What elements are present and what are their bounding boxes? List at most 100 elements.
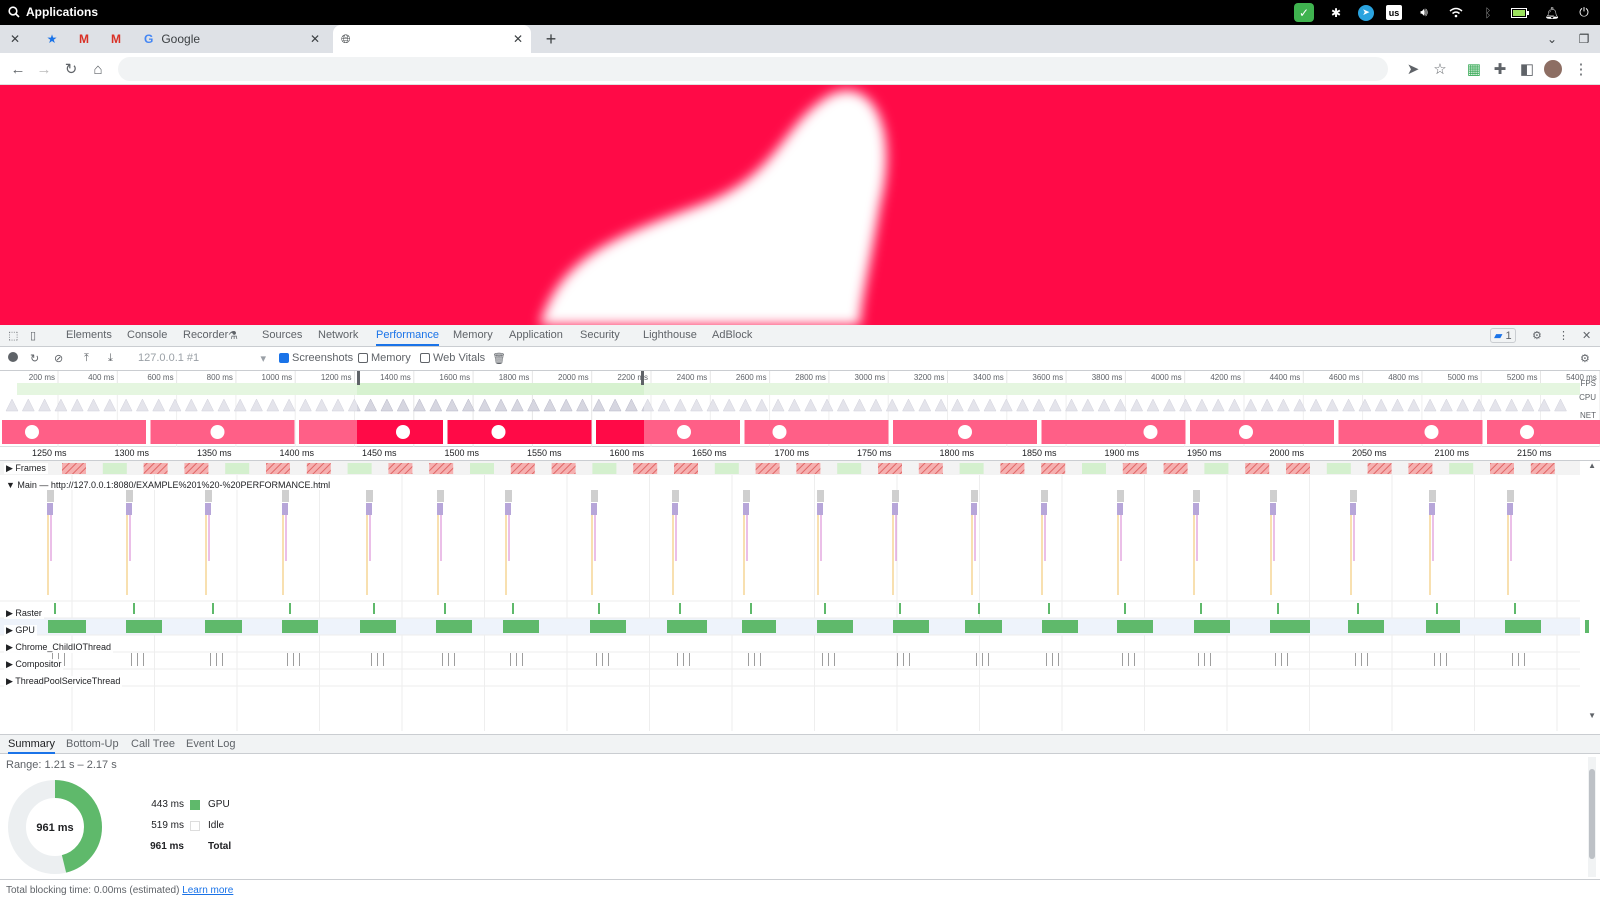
tab-elements[interactable]: Elements	[66, 329, 112, 341]
new-tab-button[interactable]: +	[543, 25, 559, 53]
frame-block[interactable]	[347, 463, 372, 474]
compositor-task[interactable]	[442, 653, 443, 666]
compositor-task[interactable]	[689, 653, 690, 666]
frame-block[interactable]	[551, 463, 576, 474]
compositor-task[interactable]	[988, 653, 989, 666]
compositor-task[interactable]	[383, 653, 384, 666]
compositor-task[interactable]	[828, 653, 829, 666]
check-shield-icon[interactable]: ✓	[1294, 3, 1314, 22]
back-arrow-icon[interactable]: ←	[8, 59, 28, 79]
frame-block[interactable]	[429, 463, 454, 474]
frame-block[interactable]	[714, 463, 739, 474]
gpu-task[interactable]	[436, 620, 472, 633]
compositor-task[interactable]	[897, 653, 898, 666]
raster-task[interactable]	[373, 603, 375, 614]
volume-icon[interactable]: 🔊︎	[1414, 3, 1434, 22]
compositor-task[interactable]	[1210, 653, 1211, 666]
frame-block[interactable]	[959, 463, 984, 474]
compositor-task[interactable]	[1446, 653, 1447, 666]
raster-task[interactable]	[899, 603, 901, 614]
menu-kebab-icon[interactable]: ⋮	[1571, 59, 1591, 79]
raster-task[interactable]	[1200, 603, 1202, 614]
compositor-task[interactable]	[143, 653, 144, 666]
track-raster[interactable]: ▶ Raster	[4, 608, 44, 619]
compositor-task[interactable]	[1046, 653, 1047, 666]
frame-block[interactable]	[184, 463, 209, 474]
compositor-task[interactable]	[1275, 653, 1276, 666]
selection-handle-right[interactable]	[641, 371, 644, 385]
compositor-task[interactable]	[748, 653, 749, 666]
compositor-task[interactable]	[1198, 653, 1199, 666]
frame-block[interactable]	[1041, 463, 1066, 474]
track-main[interactable]: ▼ Main — http://127.0.0.1:8080/EXAMPLE%2…	[4, 480, 333, 490]
raster-task[interactable]	[54, 603, 56, 614]
gpu-task[interactable]	[893, 620, 929, 633]
tab-console[interactable]: Console	[127, 329, 167, 341]
forward-arrow-icon[interactable]: →	[34, 59, 54, 79]
task-block[interactable]	[1117, 490, 1124, 502]
task-block[interactable]	[47, 503, 53, 515]
task-block[interactable]	[205, 503, 211, 515]
task-block[interactable]	[817, 490, 824, 502]
learn-more-link[interactable]: Learn more	[182, 885, 233, 896]
tab-call-tree[interactable]: Call Tree	[131, 738, 175, 750]
compositor-task[interactable]	[834, 653, 835, 666]
compositor-task[interactable]	[522, 653, 523, 666]
frame-block[interactable]	[143, 463, 168, 474]
tab-search-chevron-icon[interactable]: ⌄	[1544, 25, 1560, 53]
compositor-task[interactable]	[608, 653, 609, 666]
address-bar[interactable]	[118, 57, 1388, 81]
scroll-up-arrow-icon[interactable]: ▲	[1588, 461, 1596, 470]
device-toolbar-icon[interactable]: ▯	[30, 329, 36, 342]
tab-gmail-1[interactable]: M	[72, 25, 96, 53]
compositor-task[interactable]	[299, 653, 300, 666]
frame-block[interactable]	[1082, 463, 1106, 474]
compositor-task[interactable]	[1355, 653, 1356, 666]
settings-gear-icon[interactable]: ⚙	[1532, 329, 1542, 342]
task-block[interactable]	[892, 503, 898, 515]
task-block[interactable]	[1193, 503, 1199, 515]
memory-checkbox[interactable]: Memory	[358, 352, 411, 364]
gpu-task[interactable]	[205, 620, 242, 633]
raster-task[interactable]	[978, 603, 980, 614]
compositor-task[interactable]	[510, 653, 511, 666]
compositor-task[interactable]	[1122, 653, 1123, 666]
gpu-task[interactable]	[126, 620, 162, 633]
gpu-task[interactable]	[1270, 620, 1310, 633]
compositor-task[interactable]	[293, 653, 294, 666]
tab-application[interactable]: Application	[509, 329, 563, 341]
frame-block[interactable]	[1408, 463, 1433, 474]
home-icon[interactable]: ⌂	[88, 59, 108, 79]
reload-icon[interactable]: ↻	[61, 59, 81, 79]
task-block[interactable]	[505, 490, 512, 502]
compositor-task[interactable]	[516, 653, 517, 666]
tab-sources[interactable]: Sources	[262, 329, 302, 341]
gpu-task[interactable]	[667, 620, 707, 633]
frame-block[interactable]	[755, 463, 780, 474]
task-block[interactable]	[971, 503, 977, 515]
frame-block[interactable]	[674, 463, 698, 474]
gpu-task[interactable]	[503, 620, 539, 633]
task-block[interactable]	[1270, 490, 1277, 502]
tab-performance[interactable]: Performance	[376, 329, 439, 346]
gpu-task[interactable]	[817, 620, 853, 633]
frame-block[interactable]	[837, 463, 862, 474]
raster-task[interactable]	[289, 603, 291, 614]
tab-recorder[interactable]: Recorder	[183, 329, 228, 341]
task-block[interactable]	[817, 503, 823, 515]
track-frames[interactable]: ▶ Frames	[4, 463, 48, 474]
compositor-task[interactable]	[64, 653, 65, 666]
screenshots-checkbox[interactable]: Screenshots	[279, 352, 353, 364]
compositor-task[interactable]	[677, 653, 678, 666]
restore-window-icon[interactable]: ❐	[1576, 25, 1592, 53]
capture-settings-gear-icon[interactable]: ⚙	[1580, 352, 1590, 365]
task-block[interactable]	[205, 490, 212, 502]
task-block[interactable]	[1041, 490, 1048, 502]
task-block[interactable]	[1270, 503, 1276, 515]
raster-task[interactable]	[1048, 603, 1050, 614]
gpu-task[interactable]	[360, 620, 396, 633]
raster-task[interactable]	[212, 603, 214, 614]
task-block[interactable]	[366, 490, 373, 502]
frame-block[interactable]	[1367, 463, 1392, 474]
task-block[interactable]	[591, 503, 597, 515]
